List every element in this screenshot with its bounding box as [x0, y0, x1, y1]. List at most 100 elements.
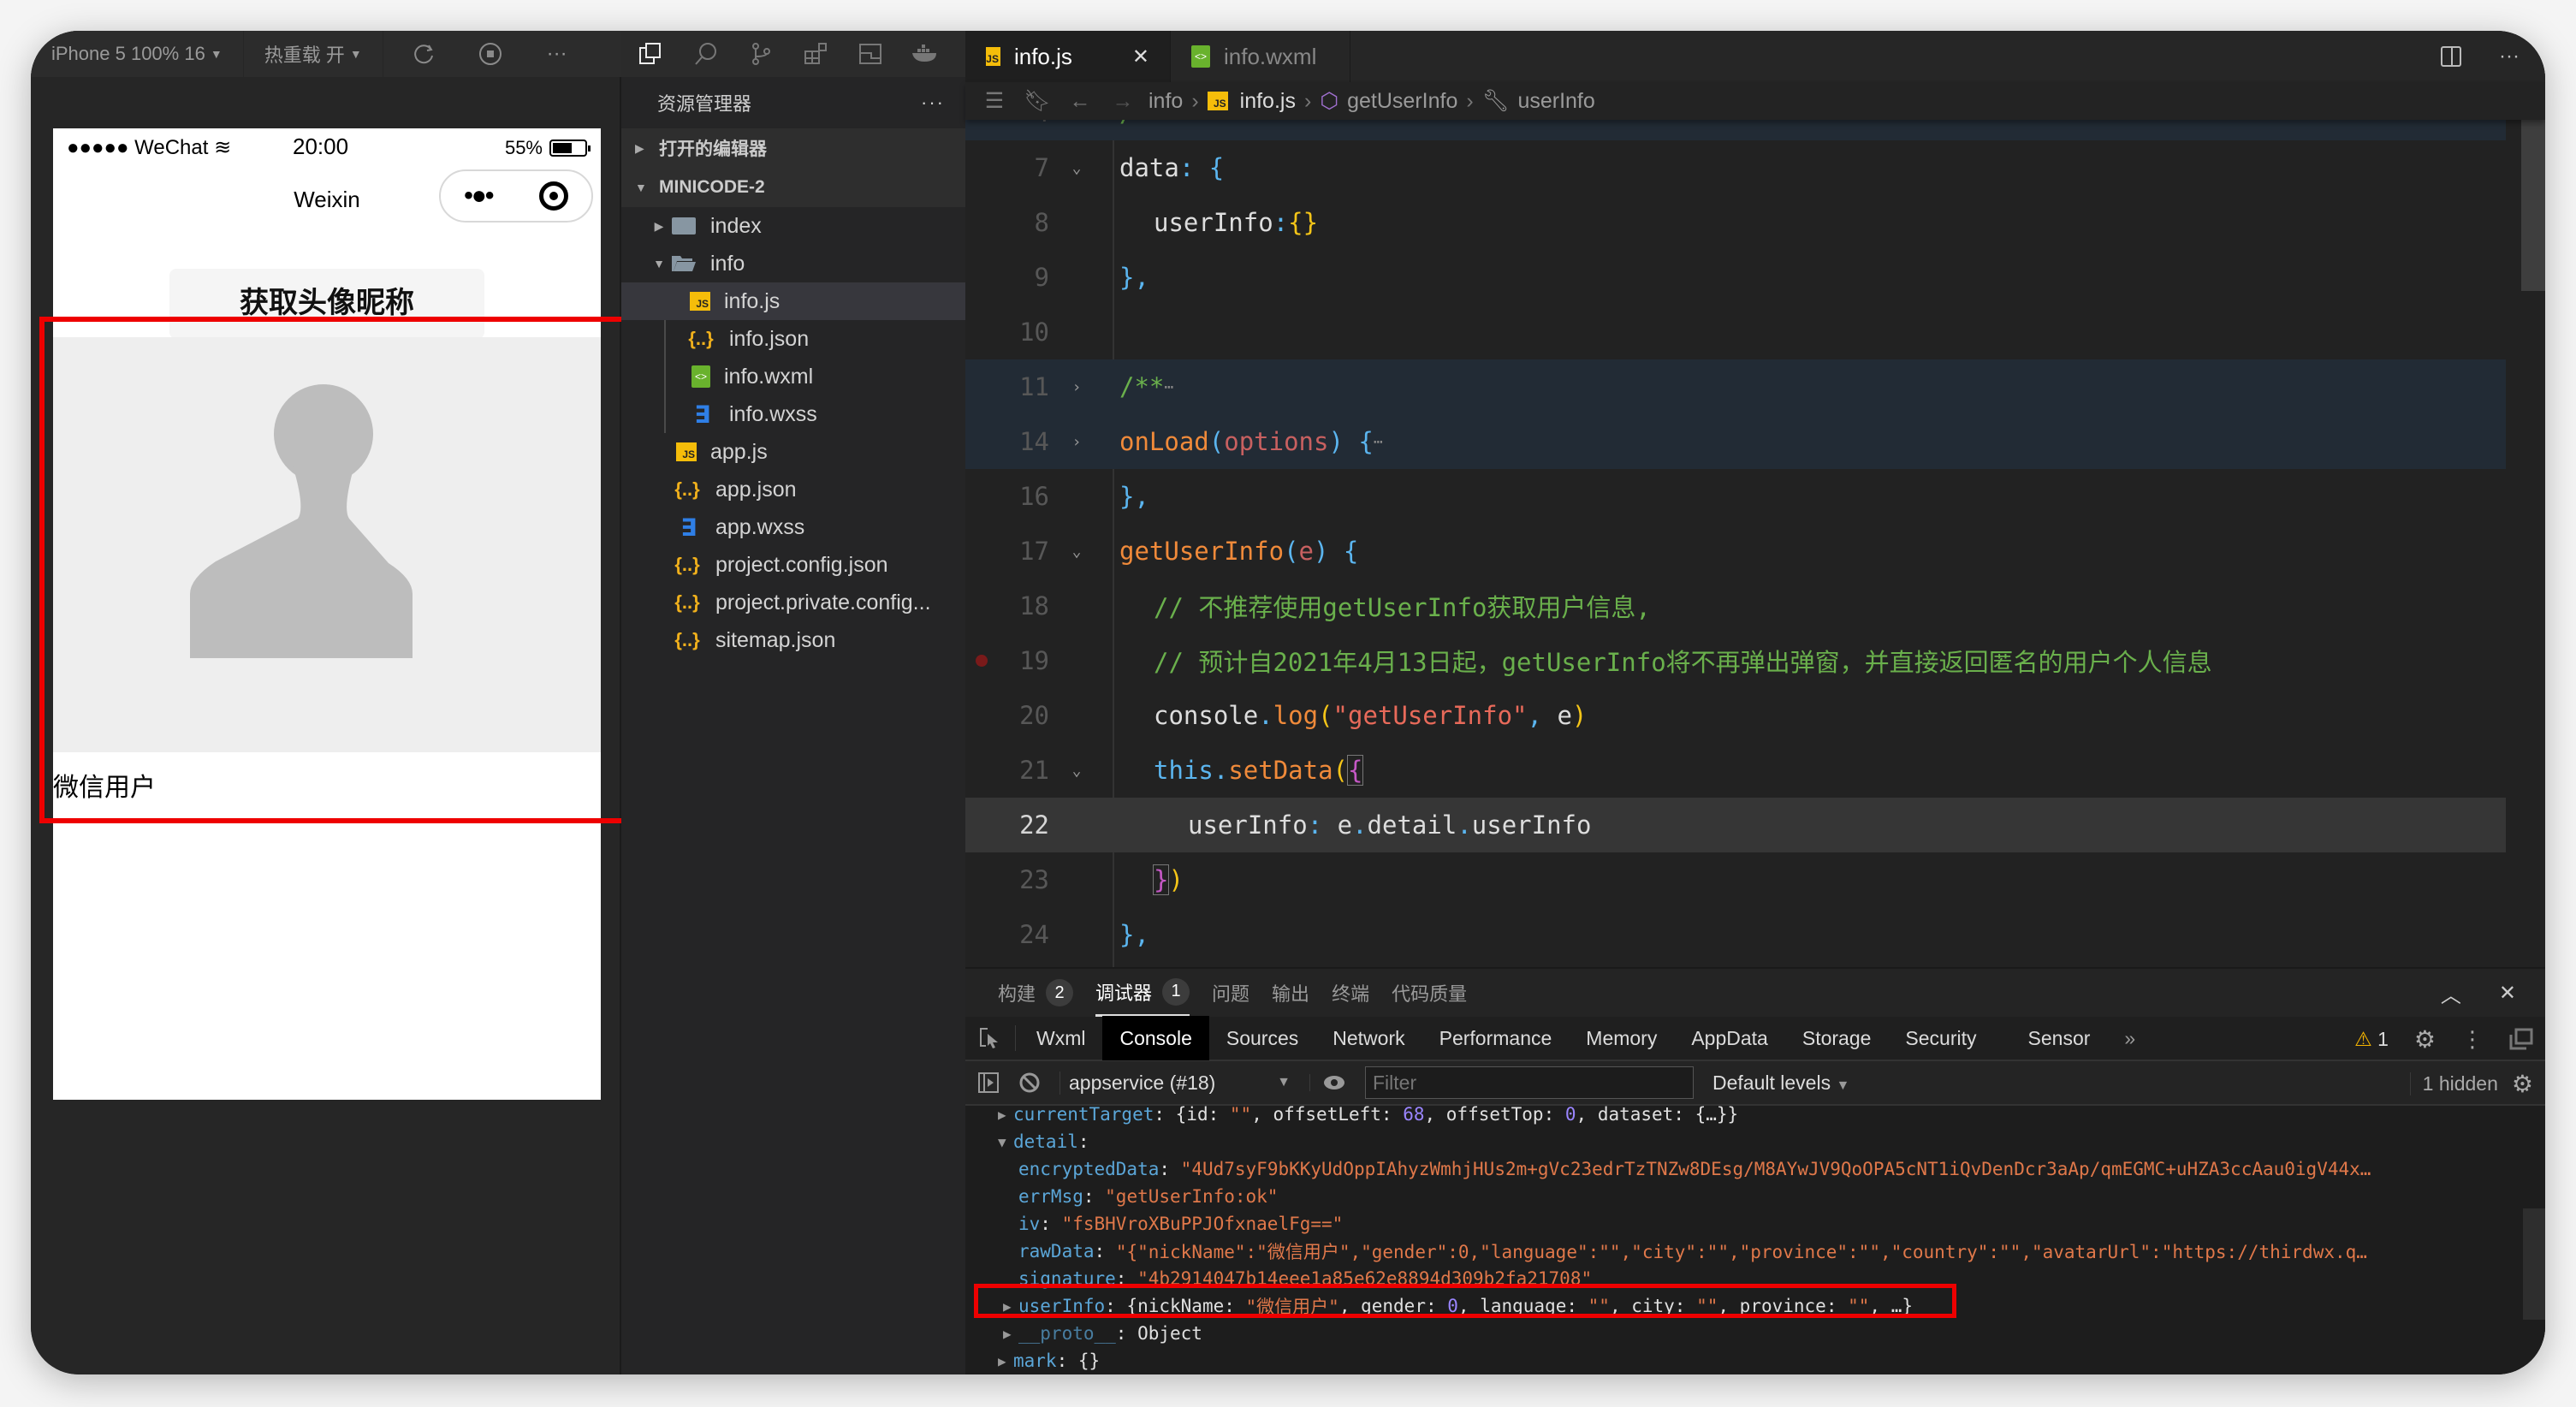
editor-scrollbar[interactable]: [2521, 120, 2545, 291]
warning-count[interactable]: ⚠ 1: [2354, 1028, 2389, 1051]
tab-sensor[interactable]: Sensor: [2011, 1016, 2108, 1060]
sidebar-toggle-icon[interactable]: [977, 1072, 1000, 1094]
device-select[interactable]: iPhone 5 100% 16 ▼: [31, 31, 244, 77]
context-select[interactable]: appservice (#18) ▼: [1059, 1071, 1291, 1095]
forward-arrow-icon[interactable]: →: [1106, 89, 1140, 114]
fold-open-icon[interactable]: ⌄: [1059, 159, 1094, 177]
tab-build[interactable]: 构建 2: [998, 969, 1074, 1017]
expand-arrow-icon[interactable]: ▶: [1003, 1326, 1018, 1342]
tree-item-info-js[interactable]: JS info.js: [621, 282, 965, 320]
back-arrow-icon[interactable]: ←: [1063, 89, 1097, 114]
breakpoint-icon[interactable]: [976, 655, 988, 667]
code-area[interactable]: 4 /** ⋯ 7⌄ data: { 8 userInfo:{} 9 }, 10…: [965, 120, 2545, 967]
code-line: 21 ⌄ this.setData({: [1019, 755, 1364, 786]
undock-icon[interactable]: [2509, 1028, 2533, 1050]
tab-console[interactable]: Console: [1102, 1016, 1209, 1060]
tab-network[interactable]: Network: [1315, 1016, 1422, 1060]
tab-code-quality[interactable]: 代码质量: [1392, 969, 1467, 1017]
hot-reload-toggle[interactable]: 热重载 开 ▼: [244, 31, 383, 77]
tab-problems[interactable]: 问题: [1212, 969, 1249, 1017]
source-control-icon[interactable]: [743, 36, 779, 72]
log-levels-select[interactable]: Default levels ▼: [1712, 1072, 1849, 1095]
tab-info-wxml[interactable]: <> info.wxml: [1171, 31, 1350, 82]
inspect-element-icon[interactable]: [965, 1027, 1015, 1049]
kebab-menu-icon[interactable]: ⋮: [2461, 1026, 2484, 1053]
tree-item-app-json[interactable]: {..} app.json: [621, 471, 965, 508]
console-line-proto[interactable]: ▶ __proto__: Object: [1003, 1320, 1202, 1347]
project-section[interactable]: ▼ MINICODE-2: [621, 168, 965, 207]
expand-arrow-icon[interactable]: ▶: [998, 1353, 1013, 1369]
tree-item-app-wxss[interactable]: ∃ app.wxss: [621, 508, 965, 546]
breadcrumb-folder[interactable]: info: [1149, 89, 1183, 114]
more-tabs-icon[interactable]: »: [2107, 1016, 2152, 1060]
collapse-arrow-icon[interactable]: ▼: [998, 1134, 1013, 1150]
console-line-user-info[interactable]: ▶ userInfo: {nickName: "微信用户", gender: 0,…: [1003, 1292, 1913, 1320]
stop-icon[interactable]: [467, 42, 513, 66]
tab-wxml[interactable]: Wxml: [1019, 1016, 1102, 1060]
battery: 55%: [505, 137, 591, 159]
close-icon[interactable]: ✕: [1132, 45, 1149, 69]
tree-item-app-js[interactable]: JS app.js: [621, 433, 965, 471]
expand-arrow-icon[interactable]: ▶: [1003, 1298, 1018, 1315]
bookmark-icon[interactable]: 🔖︎: [1020, 89, 1054, 114]
tab-terminal[interactable]: 终端: [1332, 969, 1369, 1017]
tab-performance[interactable]: Performance: [1422, 1016, 1570, 1060]
code-line: 8 userInfo:{}: [1034, 208, 1319, 237]
settings-gear-icon[interactable]: ⚙: [2414, 1025, 2436, 1054]
explorer-icon[interactable]: [633, 36, 669, 72]
tree-item-info-wxml[interactable]: <> info.wxml: [621, 358, 965, 395]
clear-console-icon[interactable]: [1018, 1072, 1041, 1094]
close-miniprogram-icon[interactable]: [538, 181, 568, 211]
tab-info-js[interactable]: JS info.js ✕: [965, 31, 1171, 82]
fold-closed-icon[interactable]: ›: [1059, 433, 1094, 451]
split-editor-icon[interactable]: [2441, 46, 2462, 67]
tab-memory[interactable]: Memory: [1569, 1016, 1674, 1060]
tree-item-project-private-config[interactable]: {..} project.private.config...: [621, 584, 965, 621]
refresh-icon[interactable]: [401, 42, 447, 66]
fold-open-icon[interactable]: ⌄: [1059, 762, 1094, 780]
close-panel-icon[interactable]: ✕: [2499, 981, 2516, 1006]
storage-icon[interactable]: [852, 36, 888, 72]
tree-item-info-json[interactable]: {..} info.json: [621, 320, 965, 358]
get-avatar-nickname-button[interactable]: 获取头像昵称: [169, 269, 484, 339]
tab-output[interactable]: 输出: [1272, 969, 1309, 1017]
more-icon[interactable]: ···: [2499, 45, 2520, 68]
chevron-right-icon: ›: [1303, 88, 1312, 113]
breadcrumb-method[interactable]: getUserInfo: [1347, 89, 1457, 114]
avatar: [53, 337, 601, 752]
open-editors-section[interactable]: ▶ 打开的编辑器: [621, 128, 965, 168]
docker-icon[interactable]: [907, 36, 943, 72]
tree-item-project-config[interactable]: {..} project.config.json: [621, 546, 965, 584]
outline-list-icon[interactable]: ☰: [977, 88, 1012, 114]
tab-appdata[interactable]: AppData: [1674, 1016, 1785, 1060]
breadcrumb-property[interactable]: userInfo: [1517, 89, 1594, 114]
tree-item-info-wxss[interactable]: ∃ info.wxss: [621, 395, 965, 433]
console-filter-input[interactable]: [1365, 1066, 1694, 1099]
menu-capsule[interactable]: •●•: [439, 169, 593, 223]
search-icon[interactable]: [688, 36, 724, 72]
tree-item-sitemap[interactable]: {..} sitemap.json: [621, 621, 965, 659]
extensions-icon[interactable]: [798, 36, 834, 72]
tree-item-info[interactable]: ▼ info: [621, 245, 965, 282]
tab-security[interactable]: Security: [1888, 1016, 1993, 1060]
wxml-file-icon: <>: [1191, 45, 1210, 68]
more-icon[interactable]: ···: [921, 92, 945, 114]
console-settings-gear-icon[interactable]: ⚙: [2512, 1070, 2533, 1098]
console-line-current-target[interactable]: ▶ currentTarget: {id: "", offsetLeft: 68,…: [998, 1106, 1738, 1128]
tree-item-index[interactable]: ▶ index: [621, 207, 965, 245]
fold-closed-icon[interactable]: ›: [1059, 378, 1094, 396]
more-icon[interactable]: ···: [534, 42, 580, 66]
live-expression-eye-icon[interactable]: [1309, 1074, 1346, 1091]
more-dots-icon[interactable]: •●•: [464, 181, 494, 211]
chevron-down-icon: ▼: [210, 47, 223, 61]
console-scrollbar[interactable]: [2523, 1208, 2545, 1320]
tab-storage[interactable]: Storage: [1785, 1016, 1889, 1060]
fold-open-icon[interactable]: ⌄: [1059, 543, 1094, 561]
tab-sources[interactable]: Sources: [1209, 1016, 1315, 1060]
chevron-up-icon[interactable]: ︿: [2441, 978, 2461, 1008]
console-line-detail[interactable]: ▼ detail:: [998, 1128, 1089, 1155]
breadcrumb-file[interactable]: info.js: [1240, 89, 1296, 114]
tab-debugger[interactable]: 调试器 1: [1095, 969, 1190, 1017]
console-line-mark[interactable]: ▶ mark: {}: [998, 1347, 1100, 1374]
expand-arrow-icon[interactable]: ▶: [998, 1107, 1013, 1123]
